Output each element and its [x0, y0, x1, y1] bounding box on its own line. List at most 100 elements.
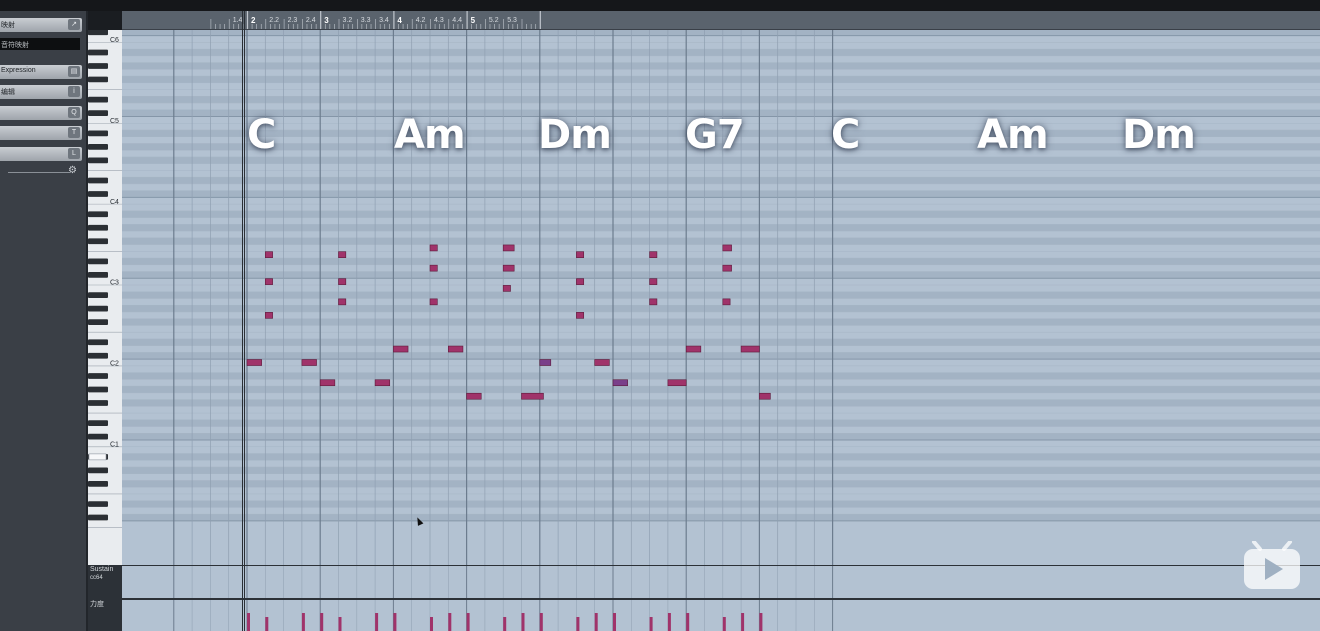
black-key[interactable] — [88, 177, 108, 184]
info-icon[interactable]: ⅰ — [68, 86, 80, 97]
black-key[interactable] — [88, 292, 108, 298]
midi-note[interactable] — [338, 278, 347, 285]
black-key[interactable] — [88, 30, 108, 36]
velocity-bar[interactable] — [301, 613, 305, 631]
black-key[interactable] — [88, 480, 108, 487]
velocity-bar[interactable] — [521, 613, 525, 631]
midi-note[interactable] — [429, 244, 438, 252]
midi-note[interactable] — [722, 298, 731, 306]
velocity-bar[interactable] — [722, 617, 726, 631]
arrow-out-icon[interactable]: ↗ — [68, 19, 80, 30]
black-key[interactable] — [88, 467, 108, 474]
black-key[interactable] — [88, 96, 108, 103]
midi-note[interactable] — [466, 392, 482, 400]
midi-note[interactable] — [374, 379, 391, 387]
velocity-bar[interactable] — [594, 613, 598, 631]
midi-note[interactable] — [265, 251, 273, 258]
midi-note[interactable] — [576, 251, 585, 258]
inspector-length-row[interactable]: L — [0, 147, 82, 161]
piano-keyboard[interactable]: C6 C5 C4 C3 C2 C1 — [88, 30, 123, 565]
midi-note[interactable] — [502, 244, 515, 252]
velocity-bar[interactable] — [649, 617, 653, 631]
midi-note[interactable] — [265, 278, 273, 285]
black-key[interactable] — [88, 238, 108, 245]
inspector-quantize-row[interactable]: Q — [0, 106, 82, 120]
keyswitch-key[interactable] — [88, 453, 107, 461]
velocity-bar[interactable] — [375, 613, 379, 631]
midi-note[interactable] — [759, 392, 771, 400]
velocity-bar[interactable] — [320, 613, 324, 631]
midi-note[interactable] — [722, 264, 732, 272]
velocity-bar[interactable] — [448, 613, 452, 631]
black-key[interactable] — [88, 339, 108, 346]
velocity-bar[interactable] — [741, 613, 745, 631]
note-mapping-field[interactable]: 音符映射 — [0, 38, 80, 50]
midi-note[interactable] — [740, 345, 760, 353]
velocity-lane[interactable] — [122, 600, 1320, 631]
velocity-bar[interactable] — [539, 613, 543, 631]
black-key[interactable] — [88, 110, 108, 117]
sustain-lane[interactable] — [122, 566, 1320, 598]
midi-note[interactable] — [576, 312, 585, 319]
midi-note[interactable] — [319, 379, 336, 387]
transpose-icon[interactable]: T — [68, 127, 80, 138]
black-key[interactable] — [88, 400, 108, 406]
midi-note[interactable] — [594, 359, 610, 366]
black-key[interactable] — [88, 319, 108, 325]
velocity-bar[interactable] — [247, 613, 250, 631]
midi-note[interactable] — [447, 345, 464, 353]
black-key[interactable] — [88, 514, 108, 521]
black-key[interactable] — [88, 63, 108, 69]
midi-note[interactable] — [539, 359, 552, 366]
map-icon[interactable]: ▤ — [68, 66, 80, 77]
black-key[interactable] — [88, 76, 108, 83]
quantize-icon[interactable]: Q — [68, 107, 80, 118]
black-key[interactable] — [88, 433, 108, 440]
midi-note[interactable] — [338, 251, 347, 258]
midi-note[interactable] — [429, 298, 438, 306]
midi-note[interactable] — [667, 379, 687, 387]
velocity-bar[interactable] — [686, 613, 690, 631]
velocity-bar[interactable] — [576, 617, 580, 631]
midi-note[interactable] — [649, 251, 658, 258]
velocity-bar[interactable] — [613, 613, 616, 631]
midi-note[interactable] — [612, 379, 628, 387]
inspector-edit-row[interactable]: 编辑 ⅰ — [0, 85, 82, 99]
black-key[interactable] — [88, 420, 108, 427]
velocity-bar[interactable] — [667, 613, 671, 631]
inspector-expression-row[interactable]: Expression ▤ — [0, 65, 82, 79]
inspector-slider[interactable] — [8, 172, 70, 173]
velocity-bar[interactable] — [430, 617, 433, 631]
black-key[interactable] — [88, 386, 108, 393]
velocity-bar[interactable] — [393, 613, 397, 631]
timeline-ruler[interactable]: 1.4 2 2.2 2.3 2.4 3 3.2 3.3 3.4 4 4.2 4.3 4.4 5 5.2 5.3 — [122, 11, 1320, 30]
midi-note[interactable] — [301, 359, 317, 366]
velocity-bar[interactable] — [265, 617, 269, 631]
inspector-transpose-row[interactable]: T — [0, 126, 82, 140]
black-key[interactable] — [88, 224, 108, 231]
velocity-bar[interactable] — [338, 617, 342, 631]
midi-note[interactable] — [576, 278, 585, 285]
note-grid[interactable]: C Am Dm G7 C Am Dm — [122, 30, 1320, 565]
midi-note[interactable] — [722, 244, 732, 252]
midi-note[interactable] — [649, 278, 658, 285]
black-key[interactable] — [88, 305, 108, 312]
midi-note[interactable] — [246, 359, 262, 366]
black-key[interactable] — [88, 211, 108, 218]
midi-note[interactable] — [502, 264, 515, 272]
black-key[interactable] — [88, 258, 108, 265]
midi-note[interactable] — [685, 345, 702, 353]
black-key[interactable] — [88, 49, 108, 56]
midi-note[interactable] — [521, 392, 544, 400]
black-key[interactable] — [88, 143, 108, 150]
black-key[interactable] — [88, 352, 108, 359]
gear-icon[interactable]: ⚙ — [68, 166, 78, 176]
midi-note[interactable] — [502, 285, 511, 292]
black-key[interactable] — [88, 373, 108, 379]
black-key[interactable] — [88, 130, 108, 137]
midi-note[interactable] — [393, 345, 409, 353]
midi-note[interactable] — [429, 264, 438, 272]
velocity-bar[interactable] — [466, 613, 470, 631]
midi-note[interactable] — [649, 298, 658, 306]
velocity-bar[interactable] — [503, 617, 507, 631]
